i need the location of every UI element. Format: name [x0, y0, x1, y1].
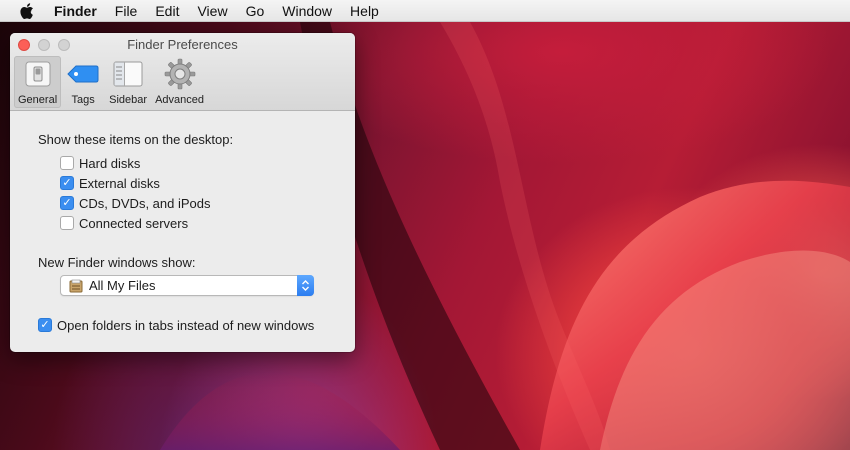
new-window-popup[interactable]: All My Files	[60, 275, 314, 296]
checkbox-connected-servers-label: Connected servers	[79, 215, 189, 231]
checkmark-icon[interactable]: ✓	[60, 176, 74, 190]
menu-window[interactable]: Window	[282, 3, 332, 19]
desktop-items-label: Show these items on the desktop:	[38, 132, 234, 147]
tab-advanced-label: Advanced	[155, 94, 204, 106]
tab-tags-label: Tags	[71, 94, 95, 106]
popup-selected-value: All My Files	[89, 278, 156, 293]
checkbox-external-disks-label: External disks	[79, 175, 160, 191]
checkbox-connected-servers[interactable]: Connected servers	[60, 213, 355, 233]
tag-icon	[65, 58, 101, 90]
window-title: Finder Preferences	[127, 37, 238, 52]
tab-tags[interactable]: Tags	[61, 56, 105, 108]
tab-sidebar-label: Sidebar	[109, 94, 148, 106]
checkmark-icon[interactable]: ✓	[38, 318, 52, 332]
apple-logo-icon[interactable]	[19, 2, 35, 19]
checkmark-icon[interactable]: ✓	[60, 196, 74, 210]
tab-general-label: General	[18, 94, 58, 106]
window-toolbar: Finder Preferences General Tags Sidebar …	[10, 33, 355, 111]
general-pane: Show these items on the desktop: Hard di…	[10, 111, 355, 335]
menu-bar: Finder File Edit View Go Window Help	[0, 0, 850, 22]
gear-icon	[162, 58, 198, 90]
checkbox-hard-disks[interactable]: Hard disks	[60, 153, 355, 173]
menu-edit[interactable]: Edit	[155, 3, 179, 19]
preferences-tabs: General Tags Sidebar Advanced	[14, 56, 208, 108]
checkbox-connected-servers-box[interactable]	[60, 216, 74, 230]
menu-go[interactable]: Go	[246, 3, 265, 19]
new-window-label: New Finder windows show:	[38, 255, 196, 270]
checkbox-hard-disks-label: Hard disks	[79, 155, 141, 171]
menu-help[interactable]: Help	[350, 3, 379, 19]
all-my-files-icon	[69, 279, 83, 293]
checkbox-cds-dvds-ipods[interactable]: ✓ CDs, DVDs, and iPods	[60, 193, 355, 213]
tab-sidebar[interactable]: Sidebar	[105, 56, 151, 108]
finder-preferences-window: Finder Preferences General Tags Sidebar …	[10, 33, 355, 352]
general-switch-icon	[20, 58, 56, 90]
updown-chevron-icon[interactable]	[297, 275, 314, 296]
checkbox-external-disks[interactable]: ✓ External disks	[60, 173, 355, 193]
menu-file[interactable]: File	[115, 3, 138, 19]
tab-general[interactable]: General	[14, 56, 62, 108]
menu-view[interactable]: View	[197, 3, 227, 19]
menu-app-finder[interactable]: Finder	[54, 3, 97, 19]
checkbox-open-in-tabs[interactable]: ✓ Open folders in tabs instead of new wi…	[38, 315, 355, 335]
checkbox-hard-disks-box[interactable]	[60, 156, 74, 170]
tab-advanced[interactable]: Advanced	[151, 56, 208, 108]
sidebar-icon	[110, 58, 146, 90]
checkbox-open-in-tabs-label: Open folders in tabs instead of new wind…	[57, 317, 315, 333]
checkbox-cds-dvds-ipods-label: CDs, DVDs, and iPods	[79, 195, 211, 211]
